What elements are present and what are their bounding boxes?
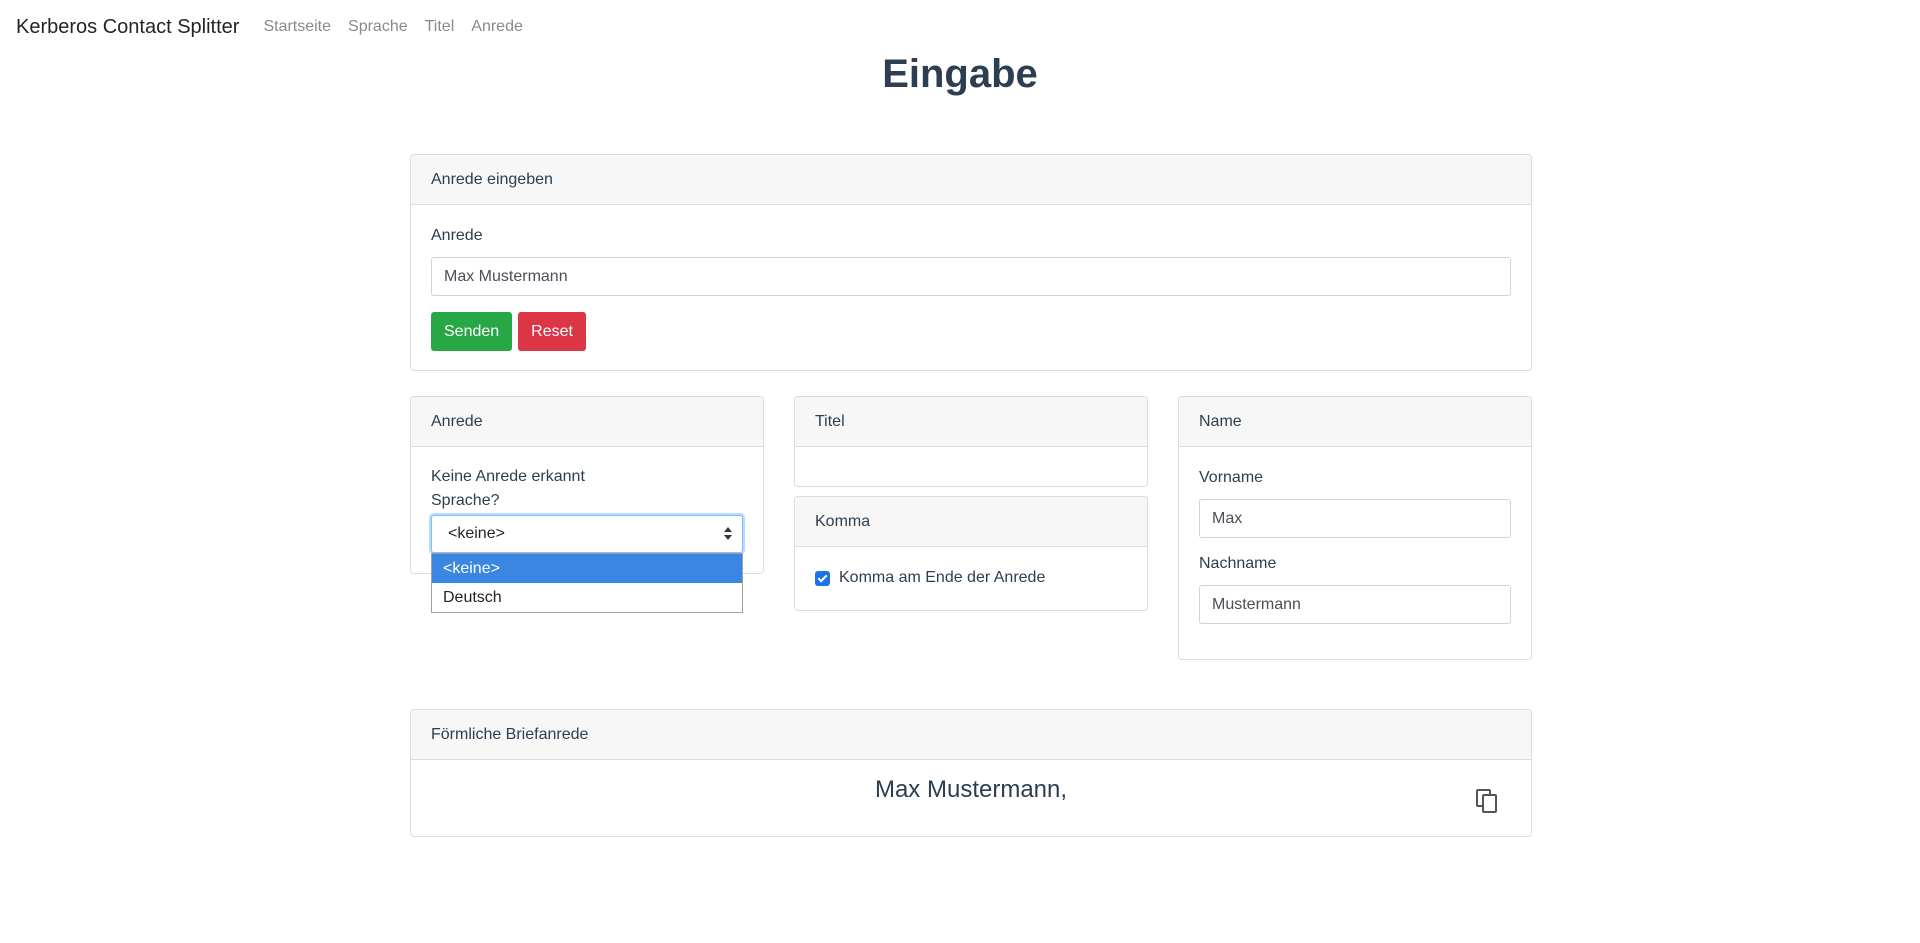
reset-button[interactable]: Reset [518, 312, 586, 351]
submit-button[interactable]: Senden [431, 312, 513, 351]
salutation-result: Max Mustermann, [874, 776, 1068, 803]
language-option-keine[interactable]: <keine> [432, 554, 742, 583]
navbar-brand[interactable]: Kerberos Contact Splitter [16, 16, 239, 39]
first-name-input[interactable] [1199, 499, 1511, 538]
komma-card-header: Komma [795, 497, 1147, 547]
chevron-updown-icon [724, 527, 732, 543]
titel-card-header: Titel [795, 397, 1147, 447]
input-card: Anrede eingeben Anrede SendenReset [410, 154, 1532, 371]
nav-link-sprache[interactable]: Sprache [348, 18, 408, 36]
page-title: Eingabe [882, 52, 1038, 96]
anrede-input[interactable] [431, 257, 1511, 296]
anrede-field-label: Anrede [431, 227, 483, 244]
name-card: Name Vorname Nachname [1178, 396, 1532, 660]
nav-link-anrede[interactable]: Anrede [471, 18, 523, 36]
anrede-status: Keine Anrede erkannt [431, 468, 585, 485]
salutation-card-header: Förmliche Briefanrede [411, 710, 1531, 760]
language-dropdown: <keine> Deutsch [431, 553, 743, 613]
language-option-deutsch[interactable]: Deutsch [432, 583, 742, 612]
nav-link-titel[interactable]: Titel [425, 18, 455, 36]
anrede-card-header: Anrede [411, 397, 763, 447]
first-name-label: Vorname [1199, 469, 1264, 486]
komma-checkbox-label[interactable]: Komma am Ende der Anrede [839, 569, 1045, 587]
komma-card: Komma Komma am Ende der Anrede [794, 496, 1148, 611]
language-select[interactable]: <keine> [431, 515, 743, 553]
navbar: Kerberos Contact Splitter Startseite Spr… [0, 0, 1920, 54]
copy-icon[interactable] [1475, 788, 1499, 814]
name-card-header: Name [1179, 397, 1531, 447]
last-name-label: Nachname [1199, 555, 1277, 572]
titel-card: Titel [794, 396, 1148, 487]
komma-checkbox[interactable] [815, 570, 830, 586]
last-name-input[interactable] [1199, 585, 1511, 624]
input-actions: Senden Reset [431, 312, 1511, 351]
input-card-header: Anrede eingeben [411, 155, 1531, 205]
anrede-card: Anrede Keine Anrede erkannt Sprache? <ke… [410, 396, 764, 574]
language-select-value: <keine> [448, 525, 505, 542]
salutation-card: Förmliche Briefanrede Max Mustermann, [410, 709, 1532, 837]
nav-link-startseite[interactable]: Startseite [263, 18, 331, 36]
language-question: Sprache? [431, 492, 500, 509]
komma-checkbox-row[interactable]: Komma am Ende der Anrede [815, 569, 1045, 587]
